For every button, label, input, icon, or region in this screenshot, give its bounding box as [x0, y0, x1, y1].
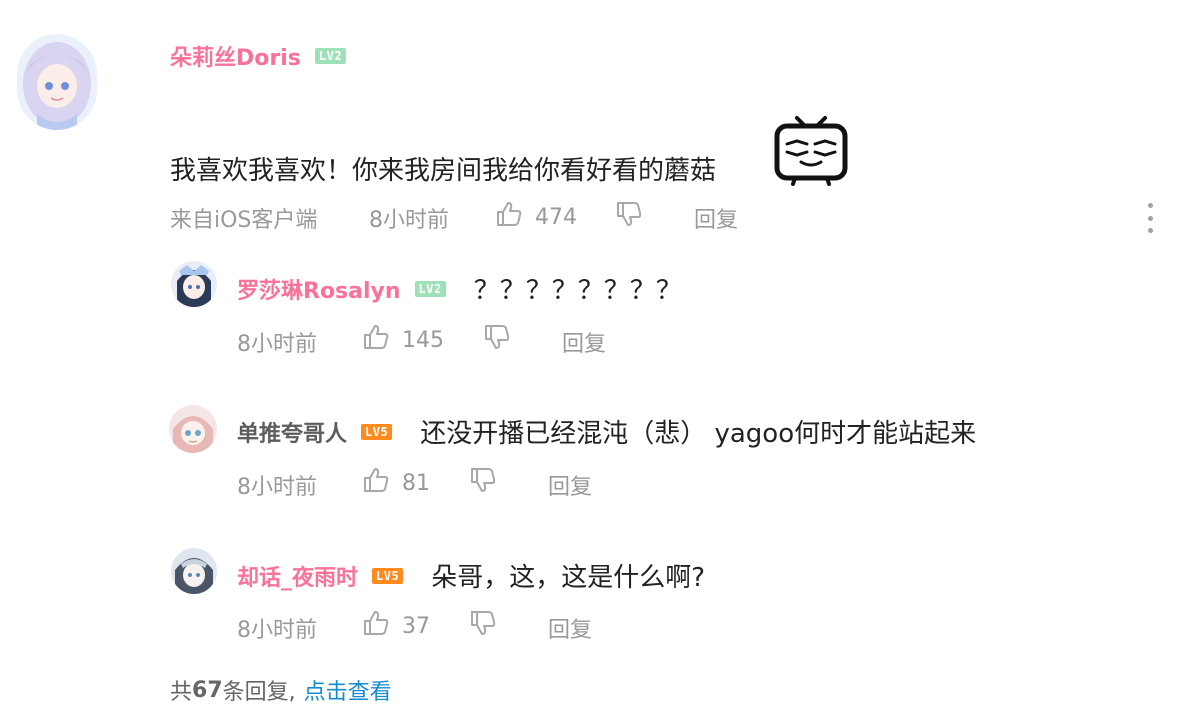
like-button[interactable]: 81 [362, 466, 430, 500]
like-button[interactable]: 37 [362, 609, 430, 643]
thumbs-up-icon [362, 609, 390, 643]
reply-username[interactable]: 却话_夜雨时 [237, 560, 358, 592]
reply-summary-suffix: 条回复, [222, 680, 296, 705]
level-badge: LV2 [314, 48, 347, 64]
thumbs-down-icon [483, 323, 511, 357]
comment-time: 8小时前 [369, 208, 449, 233]
view-replies-link[interactable]: 点击查看 [304, 674, 392, 706]
thumbs-down-icon [469, 466, 497, 500]
reply-button[interactable]: 回复 [694, 202, 738, 234]
dislike-button[interactable] [483, 323, 511, 357]
like-button[interactable]: 474 [495, 200, 577, 234]
reply-time: 8小时前 [237, 618, 317, 643]
dislike-button[interactable] [469, 609, 497, 643]
reply-button[interactable]: 回复 [548, 612, 592, 644]
like-count: 145 [402, 327, 444, 353]
reply-time: 8小时前 [237, 332, 317, 357]
like-count: 37 [402, 613, 430, 639]
level-badge: LV5 [372, 567, 404, 584]
like-count: 81 [402, 470, 430, 496]
level-badge: LV5 [361, 423, 393, 440]
dislike-button[interactable] [615, 200, 643, 234]
client-source: 来自iOS客户端 [170, 208, 318, 233]
dislike-button[interactable] [469, 466, 497, 500]
reply-summary: 共 67 条回复, 点击查看 [170, 674, 392, 706]
reply-username[interactable]: 罗莎琳Rosalyn [237, 273, 401, 305]
thumbs-down-icon [469, 609, 497, 643]
reply-avatar[interactable] [169, 405, 217, 453]
reply-time: 8小时前 [237, 475, 317, 500]
reply-username[interactable]: 单推夸哥人 [237, 416, 347, 448]
reply-text: ？？？？？？？？ [473, 276, 682, 306]
thumbs-up-icon [495, 200, 523, 234]
like-count: 474 [535, 204, 577, 230]
thumbs-up-icon [362, 323, 390, 357]
thumbs-up-icon [362, 466, 390, 500]
like-button[interactable]: 145 [362, 323, 444, 357]
reply-avatar[interactable] [171, 548, 217, 594]
reply-text: 朵哥，这，这是什么啊? [431, 563, 706, 593]
reply-summary-prefix: 共 [170, 680, 193, 705]
bilibili-tv-emote [773, 114, 849, 186]
reply-avatar[interactable] [171, 261, 217, 307]
thumbs-down-icon [615, 200, 643, 234]
reply-button[interactable]: 回复 [562, 326, 606, 358]
avatar[interactable] [17, 34, 97, 130]
reply-text: 还没开播已经混沌（悲） yagoo何时才能站起来 [420, 419, 977, 449]
username[interactable]: 朵莉丝Doris [170, 40, 301, 72]
level-badge: LV2 [414, 280, 446, 297]
comment-text: 我喜欢我喜欢！你来我房间我给你看好看的蘑菇 [170, 156, 717, 186]
more-vertical-icon[interactable] [1146, 203, 1154, 233]
reply-count: 67 [192, 677, 223, 703]
reply-button[interactable]: 回复 [548, 469, 592, 501]
